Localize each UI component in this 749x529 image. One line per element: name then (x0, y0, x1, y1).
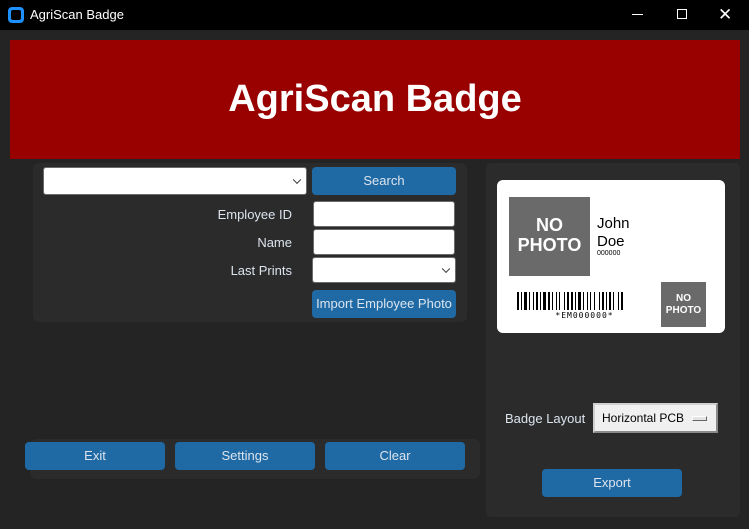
barcode-bar (618, 292, 619, 310)
barcode-bar (521, 292, 522, 310)
last-prints-label: Last Prints (230, 263, 292, 278)
badge-layout-value: Horizontal PCB (602, 411, 685, 425)
barcode-bar (567, 292, 569, 310)
barcode-text: *EM000000* (555, 311, 614, 320)
barcode-bar (524, 292, 527, 310)
barcode-bar (559, 292, 560, 310)
last-prints-combobox[interactable] (312, 257, 456, 283)
clear-button[interactable]: Clear (325, 442, 465, 470)
barcode-bar (543, 292, 546, 310)
title-bar: AgriScan Badge ✕ (0, 0, 749, 30)
barcode-icon (517, 292, 623, 310)
barcode-bar (548, 292, 550, 310)
option-indicator-icon (692, 416, 707, 421)
search-button[interactable]: Search (312, 167, 456, 195)
window-title: AgriScan Badge (30, 7, 124, 22)
close-button[interactable]: ✕ (703, 0, 749, 30)
badge-preview: NO PHOTO John Doe 000000 *EM000000* NO P… (497, 180, 725, 333)
small-photo-line1: NO (676, 293, 691, 304)
action-bar: Exit Settings Clear (25, 439, 480, 479)
badge-employee-number: 000000 (597, 250, 621, 257)
barcode-bar (533, 292, 534, 310)
app-icon (8, 7, 24, 23)
barcode-bar (552, 292, 553, 310)
barcode-bar (578, 292, 581, 310)
minimize-icon (632, 14, 643, 15)
name-label: Name (257, 235, 292, 250)
barcode-bar (540, 292, 541, 310)
barcode-bar (594, 292, 595, 310)
chevron-down-icon (292, 175, 302, 185)
employee-id-field[interactable] (313, 201, 455, 227)
small-photo-placeholder: NO PHOTO (661, 282, 706, 327)
header-banner: AgriScan Badge (10, 40, 740, 159)
minimize-button[interactable] (614, 0, 660, 30)
photo-placeholder-line2: PHOTO (517, 235, 582, 255)
barcode-bar (575, 292, 576, 310)
left-panel: Search Employee ID Name Last Prints Impo… (10, 159, 480, 520)
employee-photo-placeholder: NO PHOTO (509, 197, 590, 276)
exit-button[interactable]: Exit (25, 442, 165, 470)
import-photo-button[interactable]: Import Employee Photo (312, 290, 456, 318)
employee-form: Search Employee ID Name Last Prints Impo… (33, 163, 467, 322)
barcode-bar (556, 292, 557, 310)
close-icon: ✕ (718, 5, 733, 24)
barcode-bar (583, 292, 584, 310)
badge-layout-select[interactable]: Horizontal PCB (593, 403, 718, 433)
barcode-bar (599, 292, 600, 310)
search-combobox[interactable] (43, 167, 307, 195)
barcode-bar (609, 292, 611, 310)
barcode-bar (571, 292, 573, 310)
maximize-icon (677, 9, 687, 19)
small-photo-line2: PHOTO (665, 305, 702, 316)
right-panel: NO PHOTO John Doe 000000 *EM000000* NO P… (486, 163, 740, 517)
photo-placeholder-line1: NO (536, 215, 563, 235)
employee-id-label: Employee ID (217, 207, 292, 222)
barcode-bar (587, 292, 588, 310)
badge-layout-label: Badge Layout (505, 411, 586, 426)
main-window: AgriScan Badge Search Employee ID Name L… (0, 30, 749, 529)
barcode-bar (602, 292, 604, 310)
chevron-down-icon (441, 264, 451, 274)
barcode-bar (590, 292, 591, 310)
maximize-button[interactable] (660, 0, 706, 30)
barcode-bar (517, 292, 519, 310)
badge-first-name: John (597, 215, 630, 232)
export-button[interactable]: Export (542, 469, 682, 497)
barcode-bar (529, 292, 530, 310)
barcode-bar (564, 292, 565, 310)
settings-button[interactable]: Settings (175, 442, 315, 470)
barcode-bar (606, 292, 607, 310)
name-field[interactable] (313, 229, 455, 255)
barcode-bar (536, 292, 538, 310)
badge-last-name: Doe (597, 233, 625, 250)
banner-title: AgriScan Badge (228, 78, 522, 120)
barcode-bar (621, 292, 623, 310)
barcode-bar (613, 292, 614, 310)
